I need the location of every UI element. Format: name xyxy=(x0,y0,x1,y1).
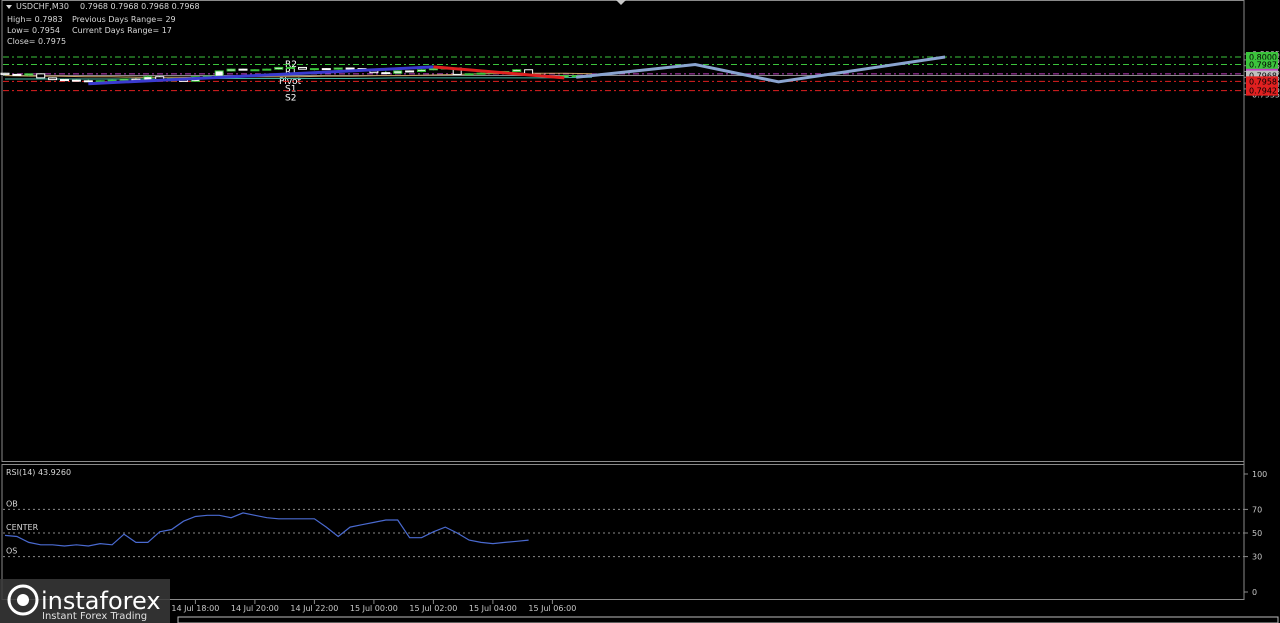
candle-body xyxy=(298,66,307,70)
rsi-line xyxy=(4,512,529,547)
candle xyxy=(417,69,426,73)
candle-body xyxy=(464,73,474,76)
candle xyxy=(226,68,236,72)
candle xyxy=(309,68,319,71)
candle xyxy=(250,69,260,72)
time-tick-label: 15 Jul 04:00 xyxy=(469,604,517,613)
candle xyxy=(238,68,248,71)
candle xyxy=(512,69,522,73)
high-label: High= 0.7983 xyxy=(7,15,63,24)
chart-canvas: R2R1PivotS1S2 0.80050.79950.79850.79750.… xyxy=(0,0,1280,623)
candle xyxy=(393,70,403,74)
candle-body xyxy=(48,77,58,81)
time-tick-label: 14 Jul 22:00 xyxy=(290,604,338,613)
candle-body xyxy=(36,73,46,79)
candle-body xyxy=(333,67,343,70)
candle-body xyxy=(119,78,129,81)
close-label: Close= 0.7975 xyxy=(7,37,66,46)
chart-shift-marker-icon[interactable] xyxy=(616,0,626,5)
rsi-panel-frame xyxy=(1,464,1245,600)
candle xyxy=(381,70,391,75)
low-label: Low= 0.7954 xyxy=(7,26,60,35)
candle-body xyxy=(262,68,272,71)
candle xyxy=(298,66,307,70)
candle-body xyxy=(0,72,10,75)
candle-body xyxy=(417,69,426,73)
current-days-range: Current Days Range= 17 xyxy=(72,26,172,35)
bottom-scrollbar-frame[interactable] xyxy=(177,616,1279,623)
candle xyxy=(83,79,93,83)
candle xyxy=(476,72,486,75)
ohlc-values: 0.7968 0.7968 0.7968 0.7968 xyxy=(80,2,200,11)
candle xyxy=(48,77,58,81)
time-tick-label: 15 Jul 02:00 xyxy=(409,604,457,613)
level-label-s2: S2 xyxy=(285,94,296,104)
candle xyxy=(12,73,22,77)
candle-body xyxy=(428,68,438,71)
candle-body xyxy=(393,70,403,74)
previous-days-range: Previous Days Range= 29 xyxy=(72,15,176,24)
price-tag-label: 0.7958 xyxy=(1249,77,1277,86)
candle-body xyxy=(512,69,522,73)
rsi-tick-label: 70 xyxy=(1252,505,1262,514)
projection-path xyxy=(576,55,946,84)
candle xyxy=(286,66,296,69)
candle-body xyxy=(274,66,284,70)
rsi-level-label: OB xyxy=(6,499,18,508)
logo-tagline-text: Instant Forex Trading xyxy=(42,611,147,622)
candle-body xyxy=(321,68,331,71)
candle-body xyxy=(345,67,355,70)
candle xyxy=(36,73,46,79)
candle-body xyxy=(238,68,248,71)
candle xyxy=(262,68,272,71)
candle-body xyxy=(24,73,34,76)
price-tag-label: 0.7942 xyxy=(1249,87,1277,96)
candle xyxy=(321,68,331,71)
candle-body xyxy=(381,72,391,75)
candle xyxy=(274,66,284,70)
candle xyxy=(464,73,474,76)
candle-body xyxy=(309,68,319,71)
candle-body xyxy=(12,73,22,76)
price-tag-label: 0.7987 xyxy=(1249,61,1277,70)
rsi-tick-label: 50 xyxy=(1252,529,1262,538)
candle-body xyxy=(83,80,93,83)
rsi-tick-label: 0 xyxy=(1252,588,1257,597)
rsi-level-label: CENTER xyxy=(6,523,39,532)
time-tick-label: 14 Jul 20:00 xyxy=(231,604,279,613)
candle-body xyxy=(60,79,69,82)
candle-body xyxy=(250,69,260,72)
symbol-dropdown-icon[interactable] xyxy=(6,5,12,9)
candle xyxy=(405,70,415,73)
time-tick-label: 15 Jul 00:00 xyxy=(350,604,398,613)
time-tick-label: 15 Jul 06:00 xyxy=(528,604,576,613)
candle-body xyxy=(476,72,486,75)
rsi-title: RSI(14) 43.9260 xyxy=(6,468,71,477)
candle-body xyxy=(71,79,81,82)
time-tick-label: 14 Jul 18:00 xyxy=(171,604,219,613)
candle xyxy=(333,67,343,70)
candle-body xyxy=(405,70,415,73)
rsi-tick-label: 100 xyxy=(1252,470,1267,479)
candle-body xyxy=(226,68,236,72)
rsi-level-label: OS xyxy=(6,547,17,556)
rsi-tick-label: 30 xyxy=(1252,553,1262,562)
candle-body xyxy=(286,66,296,69)
main-panel-frame xyxy=(1,0,1245,462)
instaforex-logo: instaforex Instant Forex Trading xyxy=(0,579,170,623)
candle-body xyxy=(214,70,224,77)
symbol-label: USDCHF,M30 xyxy=(16,2,69,11)
